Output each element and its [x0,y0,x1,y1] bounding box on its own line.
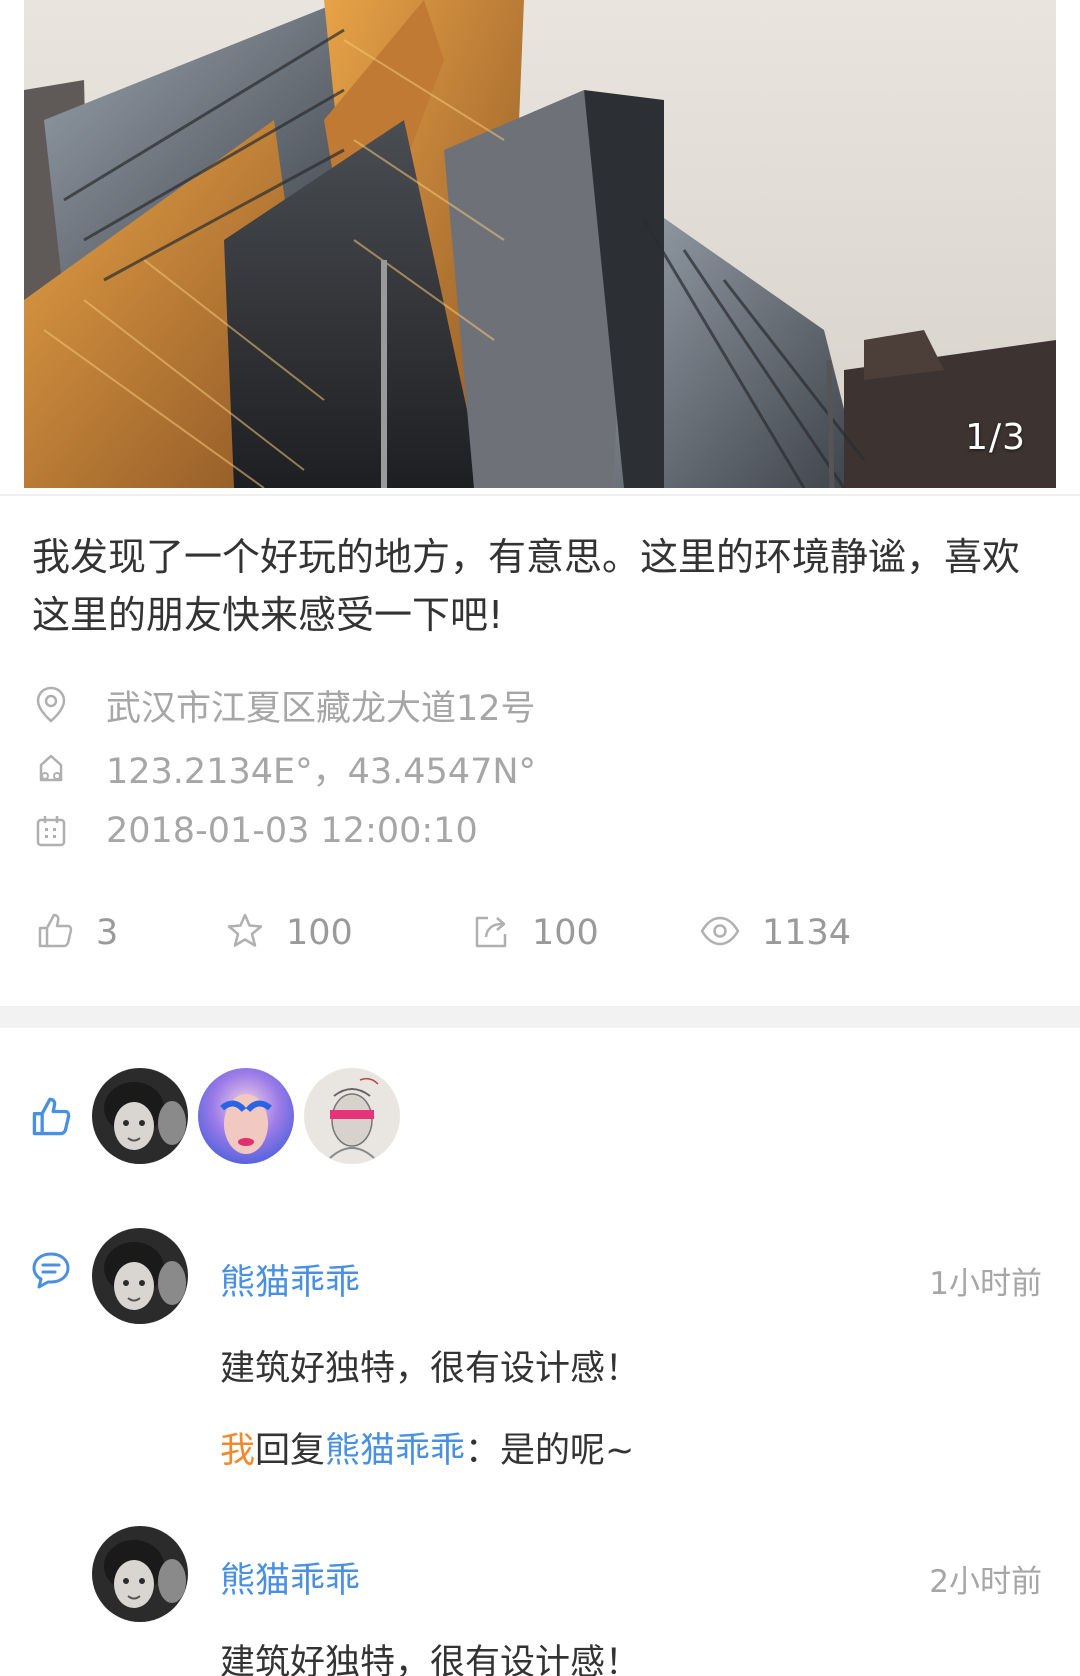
comment-author-avatar[interactable] [92,1228,188,1324]
comment-author-name[interactable]: 熊猫乖乖 [220,1552,360,1603]
architecture-photo [24,0,1056,488]
post-photo-carousel[interactable]: 1/3 [24,0,1056,488]
photo-counter: 1/3 [965,417,1026,458]
section-divider [0,1006,1080,1028]
liker-avatar[interactable] [304,1068,400,1164]
comment-icon [30,1250,72,1296]
comment-reply[interactable]: 我回复熊猫乖乖：是的呢~ [220,1422,634,1473]
view-count: 1134 [762,913,852,953]
datetime-text: 2018-01-03 12:00:10 [106,811,478,851]
like-button[interactable]: 3 [36,908,118,958]
coordinates-icon [32,749,70,787]
eye-icon [700,912,740,954]
coordinates-text: 123.2134E°，43.4547N° [106,751,537,792]
views-stat: 1134 [700,908,851,958]
comment-author-name[interactable]: 熊猫乖乖 [220,1254,360,1305]
reply-verb: 回复 [255,1431,326,1471]
thumbs-up-icon [36,912,74,954]
location-pin-icon [32,686,70,724]
share-count: 100 [532,913,599,953]
like-count: 3 [96,913,119,953]
comment-time: 2小时前 [929,1564,1042,1600]
stats-bar: 3 100 100 1134 [0,908,1080,958]
star-icon [226,912,264,954]
likers-row [0,1068,1080,1166]
share-icon [472,912,510,954]
favorite-button[interactable]: 100 [226,908,353,958]
favorite-count: 100 [286,913,353,953]
thumbs-up-icon [30,1096,72,1142]
calendar-icon [32,812,70,850]
address-text: 武汉市江夏区藏龙大道12号 [106,688,536,729]
reply-target[interactable]: 熊猫乖乖 [325,1431,465,1471]
address-row[interactable]: 武汉市江夏区藏龙大道12号 [32,680,536,730]
reply-from: 我 [220,1431,256,1471]
divider [0,494,1080,496]
liker-avatar[interactable] [92,1068,188,1164]
coordinates-row: 123.2134E°，43.4547N° [32,743,536,793]
comment-text: 建筑好独特，很有设计感！ [220,1349,641,1389]
comment-time: 1小时前 [929,1266,1042,1302]
post-text: 我发现了一个好玩的地方，有意思。这里的环境静谧，喜欢这里的朋友快来感受一下吧! [32,535,1021,637]
comment-text: 建筑好独特，很有设计感！ [220,1643,641,1676]
liker-avatar[interactable] [198,1068,294,1164]
datetime-row: 2018-01-03 12:00:10 [32,806,478,856]
reply-text: ：是的呢~ [465,1431,635,1471]
post-detail-page: 1/3 我发现了一个好玩的地方，有意思。这里的环境静谧，喜欢这里的朋友快来感受一… [0,0,1080,1676]
comment-author-avatar[interactable] [92,1526,188,1622]
share-button[interactable]: 100 [472,908,599,958]
